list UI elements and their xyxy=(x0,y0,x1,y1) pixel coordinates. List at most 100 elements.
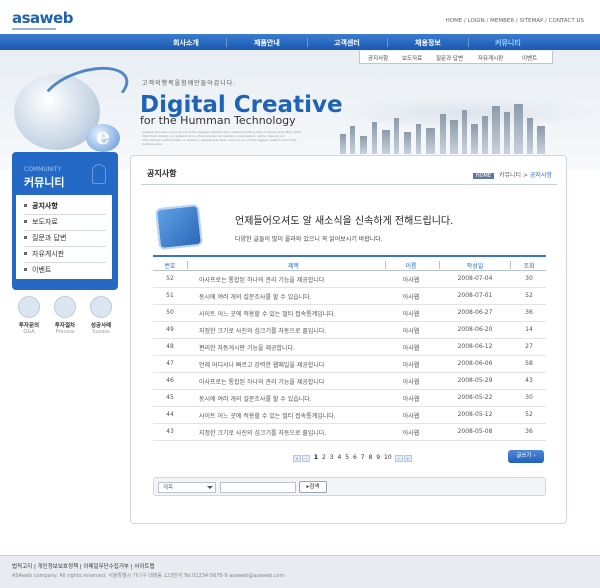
cell-title-link[interactable]: 편리한 자동게시판 기능을 제공합니다. xyxy=(199,343,295,352)
site-logo[interactable]: asaweb xyxy=(12,9,73,27)
breadcrumb-current: 공지사항 xyxy=(529,172,552,179)
subnav-item-event[interactable]: 이벤트 xyxy=(522,54,537,62)
notice-table: 번호 제목 이름 작성일 조회 52 아사프로는 통합된 하나의 관리 기능을 제… xyxy=(153,255,546,441)
cell-views: 43 xyxy=(525,377,533,384)
table-row: 48 편리한 자동게시판 기능을 제공합니다. 아사웹 2008-06-12 27 xyxy=(153,339,546,356)
page-link[interactable]: 5 xyxy=(345,454,349,461)
page-link[interactable]: 7 xyxy=(361,454,365,461)
cell-date: 2008-05-29 xyxy=(457,377,493,384)
quick-link-success[interactable]: 성공사례 Sucess xyxy=(84,296,118,335)
quick-link-subtitle: Process xyxy=(55,329,75,335)
table-row: 51 동시에 여러 개의 설문조사를 할 수 있습니다. 아사웹 2008-07-01… xyxy=(153,288,546,305)
top-links-text[interactable]: HOME / LOGIN / MEMBER / SITEMAP / CONTAC… xyxy=(446,18,584,24)
prev-page-icon[interactable]: ‹ xyxy=(302,455,310,462)
notice-subtext: 다양한 글들이 많이 올라와 있으니 꼭 읽어보시기 바랍니다. xyxy=(235,236,383,243)
page-link[interactable]: 10 xyxy=(384,454,392,461)
page-link[interactable]: 4 xyxy=(338,454,342,461)
cell-title-link[interactable]: 동시에 여러 개의 설문조사를 할 수 있습니다. xyxy=(199,292,312,301)
table-row: 47 언제 어디서나 빠르고 강력한 웹메일을 제공합니다 아사웹 2008-06-0… xyxy=(153,356,546,373)
nav-item-support[interactable]: 고객센터 xyxy=(334,38,360,48)
cell-date: 2008-07-01 xyxy=(457,292,493,299)
monitor-icon xyxy=(54,296,76,318)
sidebar-item-board[interactable]: 자유게시판 xyxy=(24,247,106,263)
cell-title-link[interactable]: 아사프로는 통합된 하나의 관리 기능을 제공합니다 xyxy=(199,275,324,284)
nav-item-careers[interactable]: 채용정보 xyxy=(415,38,441,48)
cell-title-link[interactable]: 지정한 크기로 사진의 섬크기를 자동으로 줄입니다. xyxy=(199,428,326,437)
page-link[interactable]: 2 xyxy=(322,454,326,461)
column-separator xyxy=(510,261,511,269)
nav-item-company[interactable]: 회사소개 xyxy=(173,38,199,48)
last-page-icon[interactable]: » xyxy=(403,455,412,462)
nav-item-community[interactable]: 커뮤니티 xyxy=(495,38,521,48)
cell-author: 아사웹 xyxy=(402,379,420,386)
cell-date: 2008-06-12 xyxy=(457,343,493,350)
e-logo-icon: e xyxy=(86,124,120,152)
nav-item-products[interactable]: 제품안내 xyxy=(254,38,280,48)
nav-separator xyxy=(387,38,388,47)
breadcrumb-level1[interactable]: 커뮤니티 xyxy=(499,172,521,179)
table-row: 50 사이트 어느 곳에 적용할 수 있는 멀티 접속통계입니다. 아사웹 2008-… xyxy=(153,305,546,322)
cell-views: 36 xyxy=(525,428,533,435)
page-link[interactable]: 1 xyxy=(314,454,318,461)
page-title: 공지사항 xyxy=(147,169,177,178)
cell-title-link[interactable]: 언제 어디서나 빠르고 강력한 웹메일을 제공합니다 xyxy=(199,360,324,369)
sidebar-heading-en: COMMUNITY xyxy=(24,166,62,173)
chevron-down-icon xyxy=(207,486,213,489)
page-link[interactable]: 6 xyxy=(353,454,357,461)
hero-subtitle: for the Humman Technology xyxy=(140,114,296,127)
cell-title-link[interactable]: 아사프로는 통합된 하나의 관리 기능을 제공합니다 xyxy=(199,377,324,386)
bullet-icon xyxy=(24,252,27,255)
cell-title-link[interactable]: 사이트 어느 곳에 적용할 수 있는 멀티 접속통계입니다. xyxy=(199,309,336,318)
cell-views: 30 xyxy=(525,275,533,282)
search-field-select[interactable]: 제목 xyxy=(158,482,216,493)
sidebar-item-label: 이벤트 xyxy=(32,266,52,274)
magnifier-icon xyxy=(18,296,40,318)
breadcrumb: HOME 커뮤니티 > 공지사항 xyxy=(472,170,552,179)
cell-title-link[interactable]: 동시에 여러 개의 설문조사를 할 수 있습니다. xyxy=(199,394,312,403)
cell-no: 51 xyxy=(166,292,174,299)
subnav-item-qna[interactable]: 질문과 답변 xyxy=(436,54,463,62)
sidebar-item-qna[interactable]: 질문과 답변 xyxy=(24,231,106,247)
cell-author: 아사웹 xyxy=(402,396,420,403)
quick-link-process[interactable]: 투자절차 Process xyxy=(48,296,82,335)
cell-author: 아사웹 xyxy=(402,311,420,318)
page-link[interactable]: 3 xyxy=(330,454,334,461)
breadcrumb-home[interactable]: HOME xyxy=(472,173,495,179)
first-page-icon[interactable]: « xyxy=(293,455,301,462)
cell-date: 2008-06-06 xyxy=(457,360,493,367)
bullet-icon xyxy=(24,236,27,239)
nav-separator xyxy=(226,38,227,47)
quick-link-qna[interactable]: 투자문의 Q&A xyxy=(12,296,46,335)
table-row: 44 사이트 어느 곳에 적용할 수 있는 멀티 접속통계입니다. 아사웹 2008-… xyxy=(153,407,546,424)
sidebar-item-event[interactable]: 이벤트 xyxy=(24,263,106,279)
subnav-item-notice[interactable]: 공지사항 xyxy=(368,54,388,62)
hero-tagline: 고객의행복을함께만들어갑니다. xyxy=(142,80,237,87)
quick-link-title: 투자절차 xyxy=(54,323,76,329)
nav-separator xyxy=(307,38,308,47)
cell-views: 36 xyxy=(525,309,533,316)
col-header-date: 작성일 xyxy=(466,263,484,270)
page-link[interactable]: 8 xyxy=(369,454,373,461)
cell-title-link[interactable]: 지정한 크기로 사진의 섬크기를 자동으로 줄입니다. xyxy=(199,326,326,335)
search-input[interactable] xyxy=(220,482,296,493)
col-header-views: 조회 xyxy=(523,263,535,270)
search-button[interactable]: ▸검색 xyxy=(299,481,327,493)
cell-date: 2008-05-22 xyxy=(457,394,493,401)
subnav-item-press[interactable]: 보도자료 xyxy=(402,54,422,62)
globe-icon xyxy=(90,296,112,318)
sidebar-item-press[interactable]: 보도자료 xyxy=(24,215,106,231)
subnav-item-board[interactable]: 자유게시판 xyxy=(478,54,503,62)
cell-no: 49 xyxy=(166,326,174,333)
footer-links[interactable]: 법적고지 | 개인정보보호정책 | 이메일무단수집거부 | 사이트맵 xyxy=(12,562,155,570)
cell-title-link[interactable]: 사이트 어느 곳에 적용할 수 있는 멀티 접속통계입니다. xyxy=(199,411,336,420)
next-page-icon[interactable]: › xyxy=(394,455,403,462)
top-links[interactable]: HOME / LOGIN / MEMBER / SITEMAP / CONTAC… xyxy=(446,18,584,24)
cell-no: 48 xyxy=(166,343,174,350)
sidebar-item-notice[interactable]: 공지사항 xyxy=(24,199,106,215)
cell-no: 46 xyxy=(166,377,174,384)
page-link[interactable]: 9 xyxy=(376,454,380,461)
column-separator xyxy=(187,261,188,269)
write-button[interactable]: 글쓰기 › xyxy=(508,450,544,463)
cell-views: 27 xyxy=(525,343,533,350)
cell-date: 2008-07-04 xyxy=(457,275,493,282)
